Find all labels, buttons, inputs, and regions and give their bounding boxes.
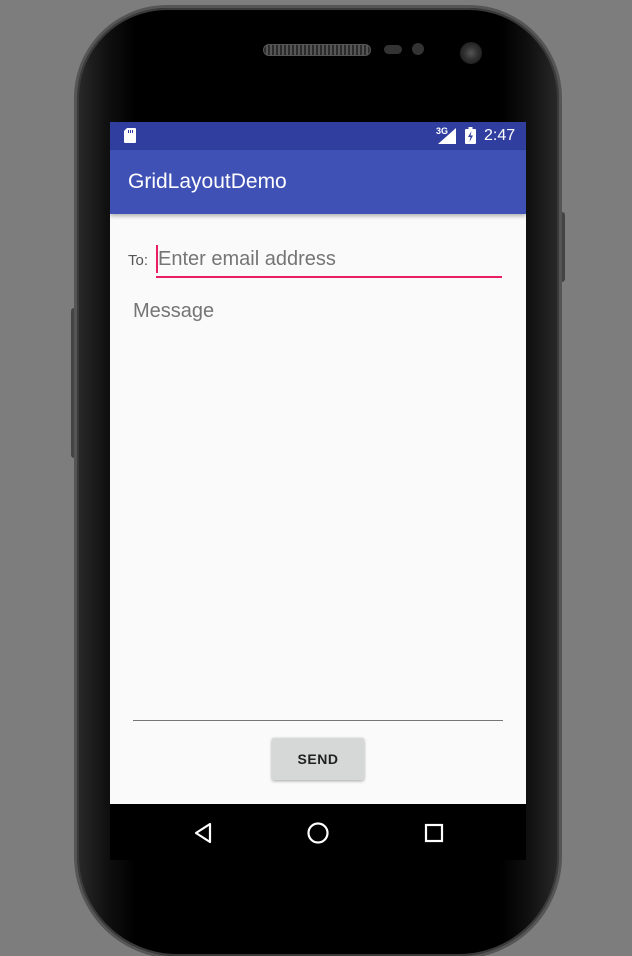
home-icon[interactable] [306, 821, 330, 845]
send-button[interactable]: SEND [272, 738, 364, 780]
battery-icon [465, 127, 476, 144]
to-label: To: [128, 252, 149, 269]
message-placeholder: Message [133, 300, 215, 322]
screen: 3G 2:47 GridLayoutDemo To: Enter email a… [110, 122, 526, 860]
power-button [559, 212, 565, 282]
light-sensor [412, 43, 424, 55]
app-title: GridLayoutDemo [128, 170, 287, 193]
recents-icon[interactable] [423, 822, 445, 844]
front-camera [460, 42, 482, 64]
email-field[interactable]: Enter email address [156, 242, 502, 278]
status-bar: 3G 2:47 [110, 122, 526, 150]
signal-icon [438, 128, 456, 144]
message-field[interactable]: Message [133, 294, 503, 721]
navigation-bar [110, 804, 526, 860]
device-frame: 3G 2:47 GridLayoutDemo To: Enter email a… [0, 0, 632, 956]
app-bar: GridLayoutDemo [110, 150, 526, 214]
email-placeholder: Enter email address [158, 248, 336, 270]
status-clock: 2:47 [484, 127, 516, 144]
proximity-sensor [384, 45, 402, 54]
earpiece-speaker [263, 44, 371, 56]
back-icon[interactable] [192, 822, 214, 844]
compose-form: To: Enter email address Message SEND [110, 214, 526, 804]
sd-card-icon [124, 128, 136, 143]
